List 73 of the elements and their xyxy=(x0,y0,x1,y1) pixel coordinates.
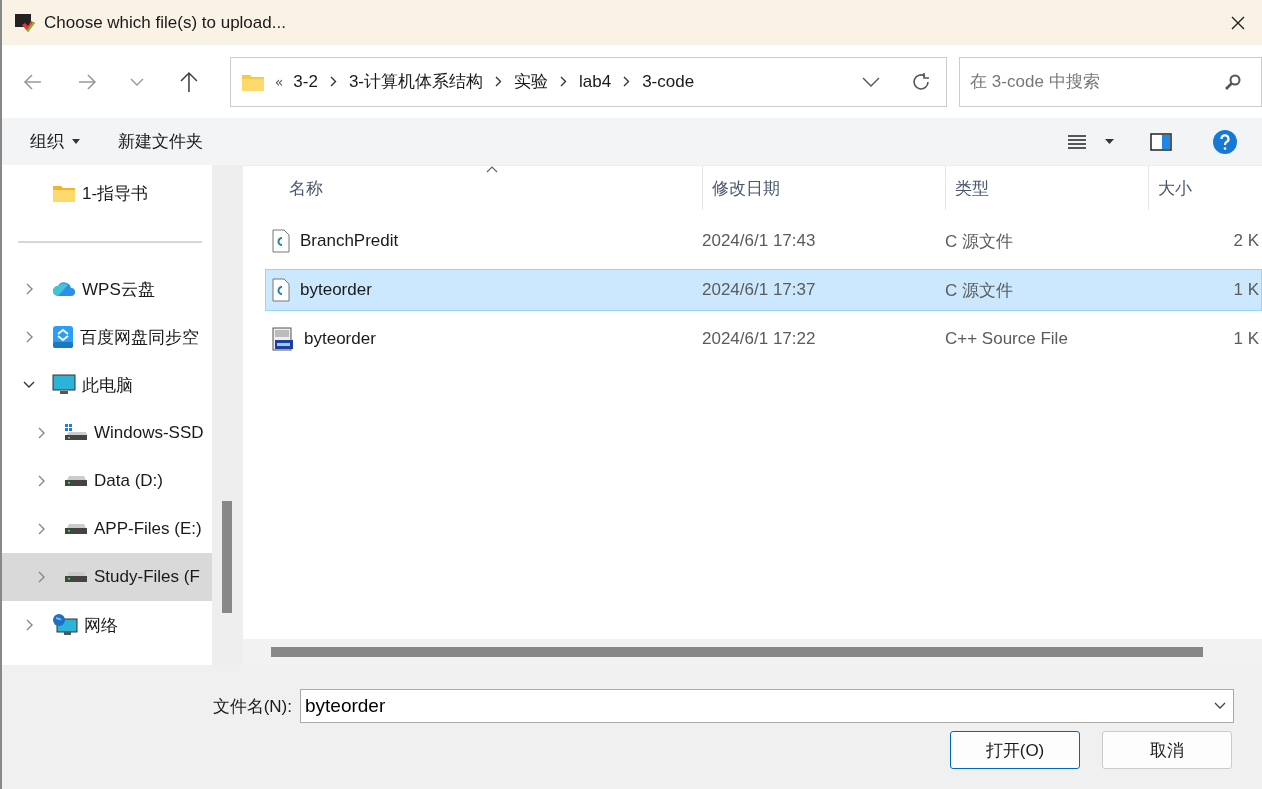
table-cell-text: 2 K xyxy=(1232,231,1260,251)
address-bar[interactable]: « 3-2 3-计算机体系结构 实验 lab4 3-code xyxy=(229,56,948,107)
help-icon[interactable] xyxy=(1212,128,1238,155)
file-row[interactable]: byteorder 2024/6/1 17:37 C 源文件 1 K xyxy=(265,269,1262,311)
drive-icon xyxy=(64,522,88,536)
folder-icon xyxy=(52,183,76,203)
sidebar-item[interactable]: Study-Files (F xyxy=(2,553,212,601)
scrollbar-thumb[interactable] xyxy=(271,647,1203,657)
breadcrumb-item[interactable]: 3-计算机体系结构 xyxy=(348,70,483,93)
up-arrow-icon[interactable] xyxy=(177,69,200,94)
table-cell-text: C 源文件 xyxy=(945,230,1014,253)
sidebar-item[interactable]: APP-Files (E:) xyxy=(2,505,212,553)
sidebar-item[interactable]: Data (D:) xyxy=(2,457,212,505)
cancel-button[interactable]: 取消 xyxy=(1102,731,1232,769)
column-header[interactable]: 修改日期 xyxy=(703,166,946,210)
column-header[interactable]: 类型 xyxy=(946,166,1149,210)
open-button[interactable]: 打开(O) xyxy=(950,731,1080,769)
overflow-chevron[interactable]: « xyxy=(274,73,284,90)
drive-icon xyxy=(64,474,88,488)
table-cell-text: 2024/6/1 17:22 xyxy=(702,329,817,349)
chevron-down-icon[interactable] xyxy=(1214,702,1226,710)
cpp-file-icon xyxy=(272,327,294,351)
table-cell-text: 2024/6/1 17:37 xyxy=(702,280,817,300)
preview-pane-icon[interactable] xyxy=(1150,132,1172,151)
file-name[interactable]: byteorder xyxy=(304,329,376,349)
breadcrumb-item[interactable]: 3-2 xyxy=(293,71,318,92)
caret-down-icon[interactable] xyxy=(1105,139,1114,144)
sync-drive-icon xyxy=(52,325,74,349)
new-folder-button[interactable]: 新建文件夹 xyxy=(110,124,211,159)
caret-icon xyxy=(72,139,80,144)
drive-icon xyxy=(64,423,88,443)
chevron-right-icon xyxy=(560,76,567,87)
close-icon[interactable] xyxy=(1230,14,1246,31)
chevron-right-icon xyxy=(495,76,502,87)
file-name-field[interactable]: byteorder xyxy=(300,689,1234,723)
organize-menu-button[interactable]: 组织 xyxy=(22,124,88,159)
breadcrumb-item[interactable]: 实验 xyxy=(514,70,548,93)
file-row[interactable]: BranchPredit 2024/6/1 17:43 C 源文件 2 K xyxy=(265,220,1262,262)
c-file-icon xyxy=(272,278,290,302)
sidebar-item[interactable]: WPS云盘 xyxy=(2,265,212,313)
sidebar-item[interactable]: 1-指导书 xyxy=(2,169,212,217)
table-cell-text: C 源文件 xyxy=(945,279,1014,302)
sidebar-item[interactable]: 网络 xyxy=(2,601,212,649)
chevron-right-icon xyxy=(329,76,337,87)
table-cell-text: 2024/6/1 17:43 xyxy=(702,231,817,251)
file-name-label: 文件名(N): xyxy=(212,695,292,718)
scrollbar-thumb[interactable] xyxy=(222,501,232,613)
list-view-icon[interactable] xyxy=(1067,133,1087,150)
chevron-right-icon xyxy=(623,76,631,87)
search-icon xyxy=(1224,72,1242,91)
file-row[interactable]: byteorder 2024/6/1 17:22 C++ Source File 1 K xyxy=(265,318,1262,360)
table-cell-text: C++ Source File xyxy=(945,329,1069,349)
dropdown-chevron-icon[interactable] xyxy=(862,76,881,87)
window-title: Choose which file(s) to upload... xyxy=(44,12,286,33)
sidebar-item[interactable]: Windows-SSD xyxy=(2,409,212,457)
monitor-icon xyxy=(52,374,76,396)
drive-icon xyxy=(64,570,88,584)
app-icon xyxy=(14,11,36,34)
column-header[interactable]: 大小 xyxy=(1149,166,1262,210)
breadcrumb-item[interactable]: lab4 xyxy=(579,71,612,92)
sidebar-item[interactable]: 此电脑 xyxy=(2,361,212,409)
sort-caret-icon[interactable] xyxy=(486,166,498,173)
breadcrumb-item[interactable]: 3-code xyxy=(642,71,695,92)
column-header[interactable]: 名称 xyxy=(243,166,703,210)
cloud-icon xyxy=(52,281,76,297)
table-cell-text: 1 K xyxy=(1232,280,1260,300)
search-field[interactable]: 在 3-code 中搜索 xyxy=(959,56,1262,107)
file-name[interactable]: BranchPredit xyxy=(300,231,399,251)
network-icon xyxy=(52,613,78,637)
table-cell-text: 1 K xyxy=(1232,329,1260,349)
file-name[interactable]: byteorder xyxy=(300,280,372,300)
c-file-icon xyxy=(272,229,290,253)
sidebar-item[interactable]: 百度网盘同步空 xyxy=(2,313,212,361)
